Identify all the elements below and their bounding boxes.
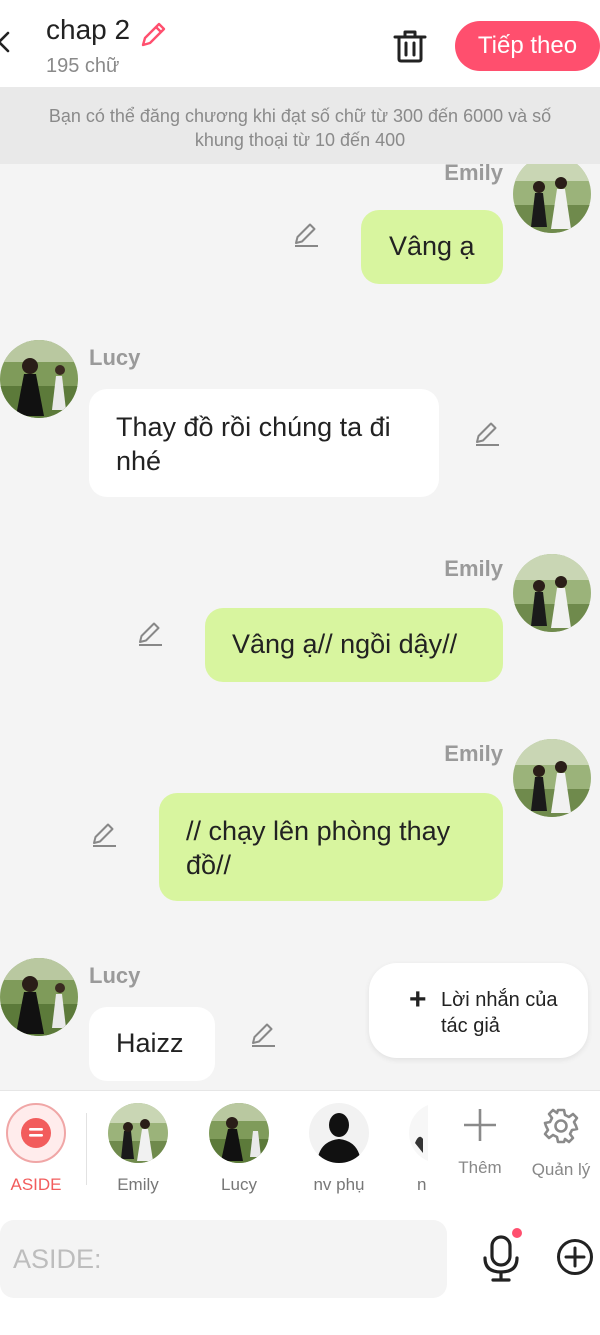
add-label: Thêm <box>458 1158 502 1177</box>
aside-avatar <box>6 1103 66 1163</box>
chat-bubble-icon <box>21 1118 51 1148</box>
manage-characters-button[interactable]: Quản lý <box>526 1107 596 1180</box>
back-icon[interactable] <box>0 30 18 54</box>
edit-message-icon[interactable] <box>90 821 118 849</box>
chapter-title[interactable]: chap 2 <box>46 14 130 46</box>
avatar <box>209 1103 269 1163</box>
top-bar: chap 2 195 chữ Tiếp theo <box>0 0 600 87</box>
edit-title-icon[interactable] <box>138 20 168 50</box>
composer-bar <box>0 1208 600 1335</box>
plus-icon <box>464 1109 496 1141</box>
avatar[interactable] <box>513 739 591 817</box>
character-partial[interactable]: n <box>382 1103 428 1195</box>
character-label: ASIDE <box>10 1175 62 1194</box>
message-bubble[interactable]: Vâng ạ// ngồi dậy// <box>205 608 503 682</box>
add-character-button[interactable]: Thêm <box>445 1107 515 1178</box>
character-nv-phu[interactable]: nv phụ <box>299 1103 379 1195</box>
avatar <box>409 1103 428 1163</box>
manage-label: Quản lý <box>531 1160 591 1179</box>
avatar[interactable] <box>513 164 591 233</box>
speaker-name: Emily <box>444 556 503 581</box>
speaker-name: Emily <box>444 164 503 185</box>
avatar-placeholder-icon <box>309 1103 369 1163</box>
plus-icon: + <box>409 983 427 1016</box>
edit-message-icon[interactable] <box>136 620 164 648</box>
chat-area[interactable]: Emily Vâng ạ Lucy Thay đồ rồi chúng ta đ… <box>0 164 600 1090</box>
recording-indicator-dot <box>512 1228 522 1238</box>
notice-line-1: Bạn có thể đăng chương khi đạt số chữ từ… <box>48 106 552 126</box>
next-button[interactable]: Tiếp theo <box>455 21 600 71</box>
notice-line-2: khung thoại từ 10 đến 400 <box>194 130 406 150</box>
microphone-icon[interactable] <box>481 1234 521 1284</box>
edit-message-icon[interactable] <box>473 420 501 448</box>
speaker-name: Lucy <box>89 963 141 988</box>
gear-icon <box>543 1108 579 1144</box>
character-aside[interactable]: ASIDE <box>0 1103 76 1195</box>
avatar[interactable] <box>0 958 78 1036</box>
message-bubble[interactable]: // chạy lên phòng thay đồ// <box>159 793 503 901</box>
character-lucy[interactable]: Lucy <box>199 1103 279 1195</box>
message-bubble[interactable]: Thay đồ rồi chúng ta đi nhé <box>89 389 439 497</box>
character-label: Emily <box>117 1175 159 1194</box>
character-label: n <box>417 1175 427 1194</box>
character-label: Lucy <box>221 1175 257 1194</box>
message-bubble[interactable]: Haizz <box>89 1007 215 1081</box>
speaker-name: Lucy <box>89 345 141 370</box>
edit-message-icon[interactable] <box>249 1021 277 1049</box>
avatar <box>108 1103 168 1163</box>
author-note-button[interactable]: + Lời nhắn của tác giả <box>369 963 588 1058</box>
add-circle-icon[interactable] <box>556 1238 594 1276</box>
speaker-name: Emily <box>444 741 503 766</box>
message-bubble[interactable]: Vâng ạ <box>361 210 503 284</box>
trash-icon[interactable] <box>392 28 428 64</box>
character-selector: ASIDE Emily Lucy nv phụ n Thêm Quản lý <box>0 1090 600 1209</box>
divider <box>86 1113 87 1185</box>
character-label: nv phụ <box>313 1175 365 1194</box>
word-count: 195 chữ <box>46 55 120 77</box>
author-note-label: Lời nhắn của tác giả <box>441 989 558 1037</box>
avatar[interactable] <box>0 340 78 418</box>
edit-message-icon[interactable] <box>292 221 320 249</box>
message-input[interactable] <box>0 1220 447 1298</box>
character-emily[interactable]: Emily <box>98 1103 178 1195</box>
publish-requirement-notice: Bạn có thể đăng chương khi đạt số chữ từ… <box>0 87 600 164</box>
avatar[interactable] <box>513 554 591 632</box>
